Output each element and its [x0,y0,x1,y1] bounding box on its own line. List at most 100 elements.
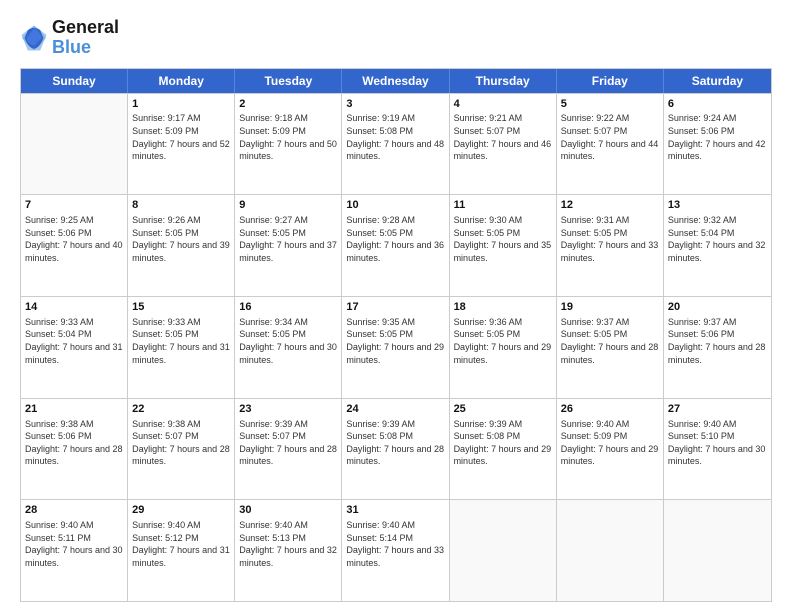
cell-info: Sunrise: 9:18 AMSunset: 5:09 PMDaylight:… [239,112,337,162]
day-number: 18 [454,300,552,315]
cell-info: Sunrise: 9:17 AMSunset: 5:09 PMDaylight:… [132,112,230,162]
cal-cell-day-28: 28Sunrise: 9:40 AMSunset: 5:11 PMDayligh… [21,500,128,601]
cell-info: Sunrise: 9:35 AMSunset: 5:05 PMDaylight:… [346,316,444,366]
day-number: 20 [668,300,767,315]
cal-cell-day-16: 16Sunrise: 9:34 AMSunset: 5:05 PMDayligh… [235,297,342,398]
cal-week-1: 1Sunrise: 9:17 AMSunset: 5:09 PMDaylight… [21,93,771,195]
cal-cell-day-13: 13Sunrise: 9:32 AMSunset: 5:04 PMDayligh… [664,195,771,296]
cell-info: Sunrise: 9:28 AMSunset: 5:05 PMDaylight:… [346,214,444,264]
day-number: 31 [346,503,444,518]
day-number: 10 [346,198,444,213]
day-number: 25 [454,402,552,417]
cell-info: Sunrise: 9:21 AMSunset: 5:07 PMDaylight:… [454,112,552,162]
day-number: 7 [25,198,123,213]
cal-cell-day-24: 24Sunrise: 9:39 AMSunset: 5:08 PMDayligh… [342,399,449,500]
cal-cell-day-11: 11Sunrise: 9:30 AMSunset: 5:05 PMDayligh… [450,195,557,296]
cell-info: Sunrise: 9:26 AMSunset: 5:05 PMDaylight:… [132,214,230,264]
cell-info: Sunrise: 9:31 AMSunset: 5:05 PMDaylight:… [561,214,659,264]
cal-cell-day-26: 26Sunrise: 9:40 AMSunset: 5:09 PMDayligh… [557,399,664,500]
cal-cell-day-18: 18Sunrise: 9:36 AMSunset: 5:05 PMDayligh… [450,297,557,398]
cal-cell-day-12: 12Sunrise: 9:31 AMSunset: 5:05 PMDayligh… [557,195,664,296]
cell-info: Sunrise: 9:37 AMSunset: 5:05 PMDaylight:… [561,316,659,366]
day-number: 12 [561,198,659,213]
cal-cell-day-2: 2Sunrise: 9:18 AMSunset: 5:09 PMDaylight… [235,94,342,195]
day-number: 5 [561,97,659,112]
cal-cell-empty [664,500,771,601]
day-number: 24 [346,402,444,417]
day-number: 22 [132,402,230,417]
cal-header-thursday: Thursday [450,69,557,93]
cal-cell-day-8: 8Sunrise: 9:26 AMSunset: 5:05 PMDaylight… [128,195,235,296]
cell-info: Sunrise: 9:27 AMSunset: 5:05 PMDaylight:… [239,214,337,264]
cal-week-5: 28Sunrise: 9:40 AMSunset: 5:11 PMDayligh… [21,499,771,601]
cal-header-friday: Friday [557,69,664,93]
cal-cell-day-29: 29Sunrise: 9:40 AMSunset: 5:12 PMDayligh… [128,500,235,601]
cal-week-4: 21Sunrise: 9:38 AMSunset: 5:06 PMDayligh… [21,398,771,500]
cell-info: Sunrise: 9:32 AMSunset: 5:04 PMDaylight:… [668,214,767,264]
day-number: 8 [132,198,230,213]
day-number: 21 [25,402,123,417]
day-number: 2 [239,97,337,112]
cal-week-3: 14Sunrise: 9:33 AMSunset: 5:04 PMDayligh… [21,296,771,398]
day-number: 9 [239,198,337,213]
cell-info: Sunrise: 9:40 AMSunset: 5:12 PMDaylight:… [132,519,230,569]
cal-cell-day-9: 9Sunrise: 9:27 AMSunset: 5:05 PMDaylight… [235,195,342,296]
cell-info: Sunrise: 9:34 AMSunset: 5:05 PMDaylight:… [239,316,337,366]
cell-info: Sunrise: 9:40 AMSunset: 5:09 PMDaylight:… [561,418,659,468]
cal-cell-day-17: 17Sunrise: 9:35 AMSunset: 5:05 PMDayligh… [342,297,449,398]
cell-info: Sunrise: 9:38 AMSunset: 5:07 PMDaylight:… [132,418,230,468]
day-number: 30 [239,503,337,518]
cal-cell-day-31: 31Sunrise: 9:40 AMSunset: 5:14 PMDayligh… [342,500,449,601]
cal-cell-day-19: 19Sunrise: 9:37 AMSunset: 5:05 PMDayligh… [557,297,664,398]
cell-info: Sunrise: 9:38 AMSunset: 5:06 PMDaylight:… [25,418,123,468]
day-number: 14 [25,300,123,315]
cell-info: Sunrise: 9:40 AMSunset: 5:13 PMDaylight:… [239,519,337,569]
day-number: 11 [454,198,552,213]
cell-info: Sunrise: 9:19 AMSunset: 5:08 PMDaylight:… [346,112,444,162]
day-number: 19 [561,300,659,315]
day-number: 28 [25,503,123,518]
cal-cell-day-7: 7Sunrise: 9:25 AMSunset: 5:06 PMDaylight… [21,195,128,296]
cell-info: Sunrise: 9:30 AMSunset: 5:05 PMDaylight:… [454,214,552,264]
day-number: 13 [668,198,767,213]
cal-cell-day-21: 21Sunrise: 9:38 AMSunset: 5:06 PMDayligh… [21,399,128,500]
logo: General Blue [20,18,119,58]
page: General Blue SundayMondayTuesdayWednesda… [0,0,792,612]
day-number: 1 [132,97,230,112]
cal-header-monday: Monday [128,69,235,93]
cell-info: Sunrise: 9:40 AMSunset: 5:14 PMDaylight:… [346,519,444,569]
cal-cell-day-3: 3Sunrise: 9:19 AMSunset: 5:08 PMDaylight… [342,94,449,195]
day-number: 27 [668,402,767,417]
cell-info: Sunrise: 9:39 AMSunset: 5:08 PMDaylight:… [454,418,552,468]
cal-cell-day-15: 15Sunrise: 9:33 AMSunset: 5:05 PMDayligh… [128,297,235,398]
cell-info: Sunrise: 9:22 AMSunset: 5:07 PMDaylight:… [561,112,659,162]
cal-cell-empty [450,500,557,601]
cal-cell-day-20: 20Sunrise: 9:37 AMSunset: 5:06 PMDayligh… [664,297,771,398]
cell-info: Sunrise: 9:40 AMSunset: 5:10 PMDaylight:… [668,418,767,468]
cal-cell-day-25: 25Sunrise: 9:39 AMSunset: 5:08 PMDayligh… [450,399,557,500]
day-number: 23 [239,402,337,417]
day-number: 15 [132,300,230,315]
header: General Blue [20,18,772,58]
cal-cell-day-23: 23Sunrise: 9:39 AMSunset: 5:07 PMDayligh… [235,399,342,500]
cal-header-wednesday: Wednesday [342,69,449,93]
day-number: 4 [454,97,552,112]
logo-icon [20,24,48,52]
cell-info: Sunrise: 9:39 AMSunset: 5:08 PMDaylight:… [346,418,444,468]
cell-info: Sunrise: 9:39 AMSunset: 5:07 PMDaylight:… [239,418,337,468]
logo-text: General Blue [52,18,119,58]
cell-info: Sunrise: 9:37 AMSunset: 5:06 PMDaylight:… [668,316,767,366]
cal-cell-day-1: 1Sunrise: 9:17 AMSunset: 5:09 PMDaylight… [128,94,235,195]
cal-week-2: 7Sunrise: 9:25 AMSunset: 5:06 PMDaylight… [21,194,771,296]
cell-info: Sunrise: 9:24 AMSunset: 5:06 PMDaylight:… [668,112,767,162]
calendar: SundayMondayTuesdayWednesdayThursdayFrid… [20,68,772,602]
calendar-body: 1Sunrise: 9:17 AMSunset: 5:09 PMDaylight… [21,93,771,601]
cell-info: Sunrise: 9:40 AMSunset: 5:11 PMDaylight:… [25,519,123,569]
cal-header-saturday: Saturday [664,69,771,93]
cal-cell-day-10: 10Sunrise: 9:28 AMSunset: 5:05 PMDayligh… [342,195,449,296]
day-number: 6 [668,97,767,112]
cal-cell-day-5: 5Sunrise: 9:22 AMSunset: 5:07 PMDaylight… [557,94,664,195]
cal-cell-day-27: 27Sunrise: 9:40 AMSunset: 5:10 PMDayligh… [664,399,771,500]
cal-cell-day-4: 4Sunrise: 9:21 AMSunset: 5:07 PMDaylight… [450,94,557,195]
cal-cell-day-6: 6Sunrise: 9:24 AMSunset: 5:06 PMDaylight… [664,94,771,195]
